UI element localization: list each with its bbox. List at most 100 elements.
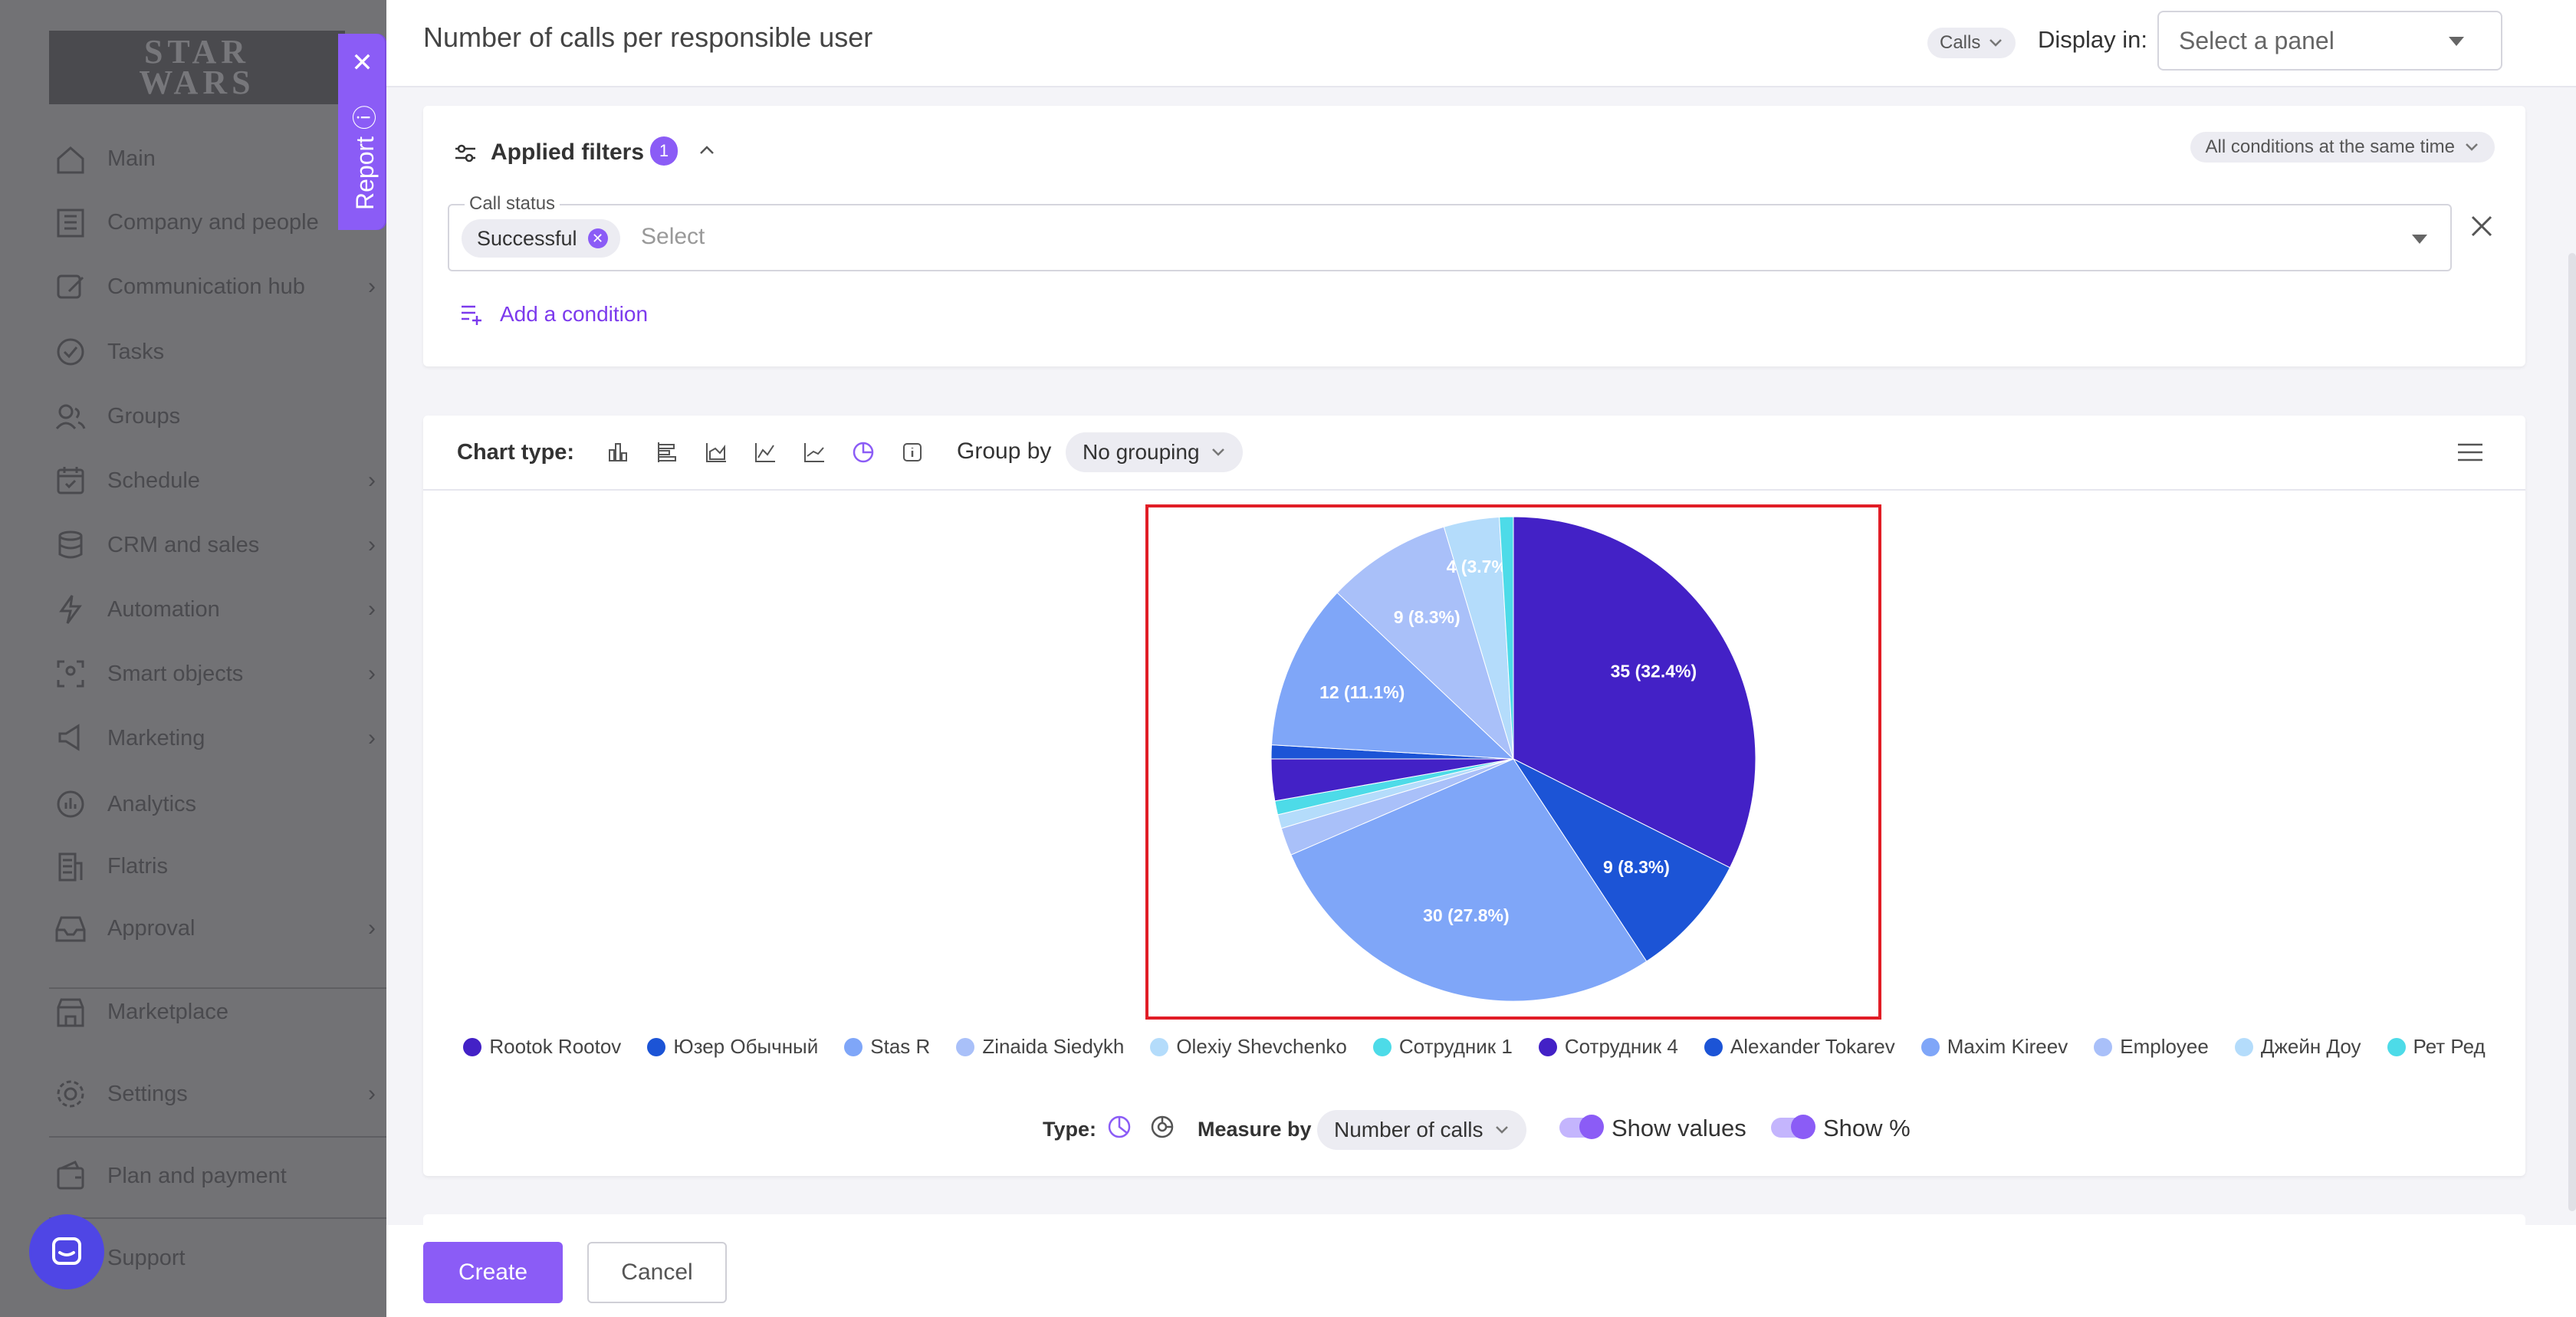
legend-label: Zinaida Siedykh xyxy=(982,1035,1125,1058)
legend-swatch xyxy=(844,1037,863,1056)
scan-user-icon xyxy=(54,655,95,693)
conditions-mode-select[interactable]: All conditions at the same time xyxy=(2190,132,2495,163)
form-footer: Create Cancel xyxy=(386,1225,2576,1317)
legend-label: Сотрудник 1 xyxy=(1398,1035,1513,1058)
legend-swatch xyxy=(1704,1037,1723,1056)
create-button[interactable]: Create xyxy=(423,1242,563,1303)
add-condition-label: Add a condition xyxy=(500,302,649,326)
sidebar-divider xyxy=(49,1217,386,1219)
entity-select[interactable]: Calls xyxy=(1927,28,2016,58)
sidebar-item-tasks[interactable]: Tasks xyxy=(54,330,376,373)
sidebar-item-label: Marketplace xyxy=(107,999,228,1024)
grid-building-icon xyxy=(54,847,95,885)
wallet-icon xyxy=(54,1157,95,1195)
chart-type-column-button[interactable] xyxy=(601,435,635,469)
sidebar-item-label: Support xyxy=(107,1245,186,1270)
home-icon xyxy=(54,140,95,178)
chart-type-pie-button[interactable] xyxy=(846,435,880,469)
sidebar-item-schedule[interactable]: Schedule › xyxy=(54,459,376,502)
legend-label: Alexander Tokarev xyxy=(1730,1035,1895,1058)
sidebar-item-crm-and-sales[interactable]: CRM and sales › xyxy=(54,524,376,567)
sidebar-item-approval[interactable]: Approval › xyxy=(54,907,376,950)
legend-label: Рет Ред xyxy=(2413,1035,2486,1058)
call-status-field[interactable]: Call status Successful ✕ Select xyxy=(448,193,2452,271)
area-chart-icon xyxy=(706,443,726,462)
chat-widget-button[interactable] xyxy=(29,1214,104,1289)
entity-select-value: Calls xyxy=(1940,32,1981,53)
sidebar-item-label: Communication hub xyxy=(107,274,305,299)
show-percent-toggle[interactable] xyxy=(1771,1115,1815,1139)
sidebar-item-company-and-people[interactable]: Company and people› xyxy=(54,201,376,244)
chevron-up-icon[interactable] xyxy=(696,140,718,161)
legend-swatch xyxy=(2387,1037,2406,1056)
legend-item[interactable]: Stas R xyxy=(844,1035,930,1059)
legend-item[interactable]: Maxim Kireev xyxy=(1921,1035,2068,1059)
sidebar-item-label: Approval xyxy=(107,915,196,941)
legend-item[interactable]: Юзер Обычный xyxy=(647,1035,818,1059)
chart-icon xyxy=(54,785,95,823)
pie-chart: 35 (32.4%) 9 (8.3%) 30 (27.8%) 12 (11.1%) 9 … xyxy=(1270,516,1756,1002)
sidebar-item-flatris[interactable]: Flatris xyxy=(54,845,376,888)
legend-swatch xyxy=(1538,1037,1557,1056)
sidebar-item-analytics[interactable]: Analytics xyxy=(54,783,376,826)
legend-item[interactable]: Alexander Tokarev xyxy=(1704,1035,1895,1059)
chart-type-bar-button[interactable] xyxy=(650,435,684,469)
page-title: Number of calls per responsible user xyxy=(423,21,873,53)
legend-item[interactable]: Olexiy Shevchenko xyxy=(1150,1035,1347,1059)
legend-label: Rootok Rootov xyxy=(489,1035,622,1058)
panel-select[interactable]: Select a panel xyxy=(2157,11,2502,71)
menu-icon[interactable] xyxy=(2456,442,2484,463)
legend-item[interactable]: Рет Ред xyxy=(2387,1035,2486,1059)
legend-swatch xyxy=(1921,1037,1940,1056)
legend-item[interactable]: Сотрудник 1 xyxy=(1372,1035,1513,1059)
sidebar-item-label: Main xyxy=(107,146,156,171)
display-in-label: Display in: xyxy=(2038,26,2147,53)
cancel-button[interactable]: Cancel xyxy=(587,1242,727,1303)
legend-item[interactable]: Сотрудник 4 xyxy=(1538,1035,1678,1059)
pie-chart-icon xyxy=(853,442,874,463)
panel-select-placeholder: Select a panel xyxy=(2179,26,2334,54)
sidebar-item-smart-objects[interactable]: Smart objects › xyxy=(54,652,376,695)
sidebar-item-marketing[interactable]: Marketing › xyxy=(54,717,376,760)
add-condition-button[interactable]: Add a condition xyxy=(460,302,648,327)
report-side-tab[interactable]: ✕ Report ⓘ xyxy=(338,34,386,230)
chart-type-line-button[interactable] xyxy=(748,435,782,469)
report-tab-label: Report ⓘ xyxy=(351,105,379,210)
sidebar-item-groups[interactable]: Groups xyxy=(54,395,376,438)
multi-line-chart-icon xyxy=(804,443,824,462)
legend-item[interactable]: Rootok Rootov xyxy=(463,1035,621,1059)
chart-type-multiline-button[interactable] xyxy=(797,435,831,469)
sidebar-item-plan-and-payment[interactable]: Plan and payment xyxy=(54,1154,376,1197)
legend-item[interactable]: Employee xyxy=(2094,1035,2209,1059)
sidebar-item-label: Automation xyxy=(107,596,220,622)
sidebar-item-label: Groups xyxy=(107,403,181,429)
chart-type-kpi-button[interactable] xyxy=(895,435,929,469)
measure-by-select[interactable]: Number of calls xyxy=(1317,1110,1526,1150)
group-by-select[interactable]: No grouping xyxy=(1066,432,1243,472)
sidebar-item-communication-hub[interactable]: Communication hub › xyxy=(54,265,376,308)
group-by-label: Group by xyxy=(957,438,1052,464)
chart-type-area-button[interactable] xyxy=(699,435,733,469)
add-list-icon xyxy=(462,305,481,325)
calendar-icon xyxy=(54,461,95,500)
clear-filter-icon[interactable] xyxy=(2469,213,2495,239)
pie-type-icon[interactable] xyxy=(1106,1113,1133,1141)
chevron-right-icon: › xyxy=(368,725,376,750)
legend-item[interactable]: Zinaida Siedykh xyxy=(956,1035,1124,1059)
sidebar-item-main[interactable]: Main xyxy=(54,137,376,180)
donut-type-icon[interactable] xyxy=(1148,1113,1176,1141)
sidebar-item-marketplace[interactable]: Marketplace xyxy=(54,990,376,1033)
measure-by-value: Number of calls xyxy=(1334,1118,1484,1141)
page-scrollbar[interactable] xyxy=(2568,253,2576,1211)
remove-tag-icon[interactable]: ✕ xyxy=(587,228,608,248)
show-values-toggle[interactable] xyxy=(1559,1115,1604,1139)
chevron-down-icon xyxy=(1211,448,1224,456)
legend-item[interactable]: Джейн Доу xyxy=(2234,1035,2361,1059)
sidebar-item-automation[interactable]: Automation › xyxy=(54,588,376,631)
company-logo: STAR WARS xyxy=(49,31,345,104)
sidebar-item-settings[interactable]: Settings › xyxy=(54,1072,376,1115)
group-by-value: No grouping xyxy=(1083,440,1200,464)
close-icon[interactable]: ✕ xyxy=(338,48,386,78)
chevron-right-icon: › xyxy=(368,274,376,299)
dropdown-caret-icon[interactable] xyxy=(2412,235,2427,244)
